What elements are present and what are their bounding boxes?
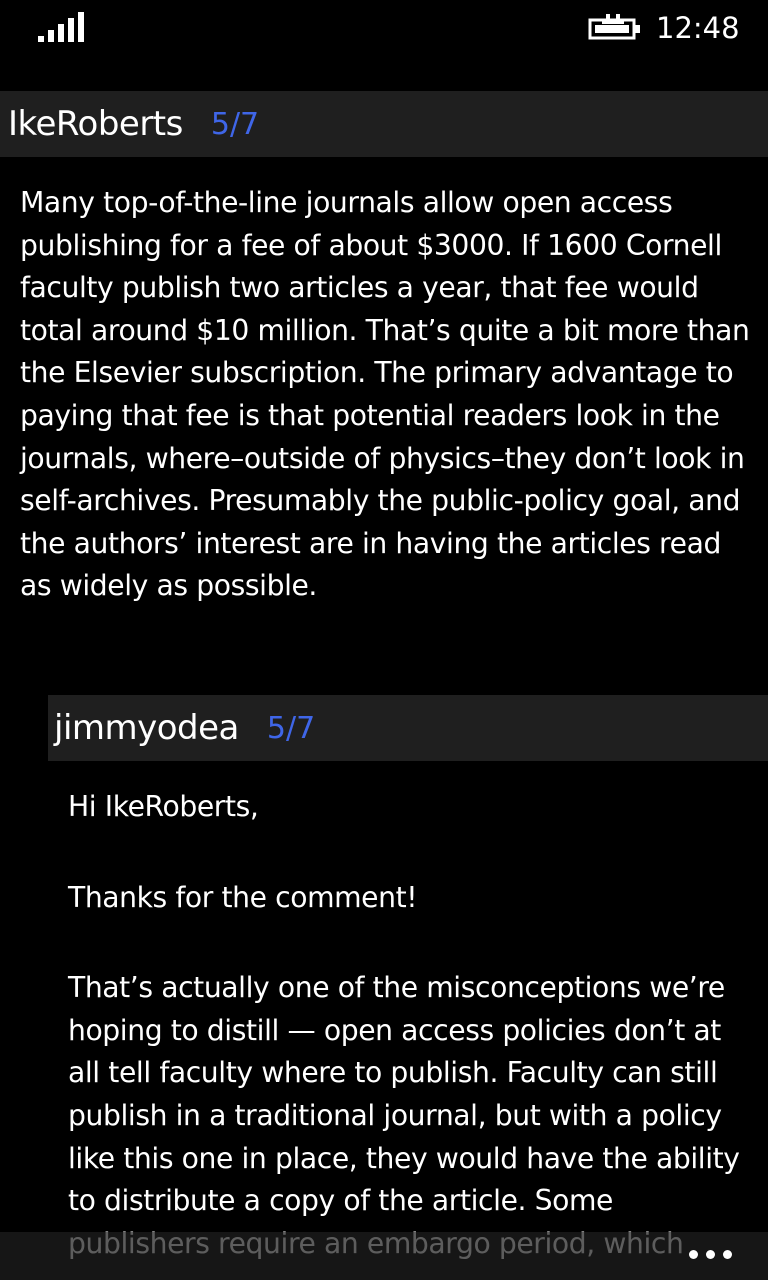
reply-body: Hi IkeRoberts, Thanks for the comment! T… <box>68 786 758 1265</box>
app-bar <box>0 1232 768 1280</box>
reply-author[interactable]: jimmyodea <box>48 708 239 748</box>
comment-header[interactable]: IkeRoberts 5/7 <box>0 91 768 157</box>
reply-header[interactable]: jimmyodea 5/7 <box>48 695 768 761</box>
status-bar: 12:48 <box>0 0 768 56</box>
dot <box>723 1250 732 1259</box>
comment-author[interactable]: IkeRoberts <box>0 104 183 144</box>
reply-rating: 5/7 <box>266 710 316 746</box>
clock-time: 12:48 <box>656 11 740 45</box>
more-options-icon[interactable] <box>689 1250 732 1259</box>
reply-paragraph: Hi IkeRoberts, <box>68 790 259 823</box>
battery-charging-icon <box>588 14 640 40</box>
dot <box>689 1250 698 1259</box>
signal-strength-icon <box>38 12 84 42</box>
comment-paragraph: Many top-of-the-line journals allow open… <box>20 186 750 603</box>
comment-body: Many top-of-the-line journals allow open… <box>20 182 760 608</box>
dot <box>706 1250 715 1259</box>
comment-rating: 5/7 <box>210 106 260 142</box>
reply-paragraph: That’s actually one of the misconception… <box>68 971 740 1260</box>
reply-paragraph: Thanks for the comment! <box>68 880 418 914</box>
